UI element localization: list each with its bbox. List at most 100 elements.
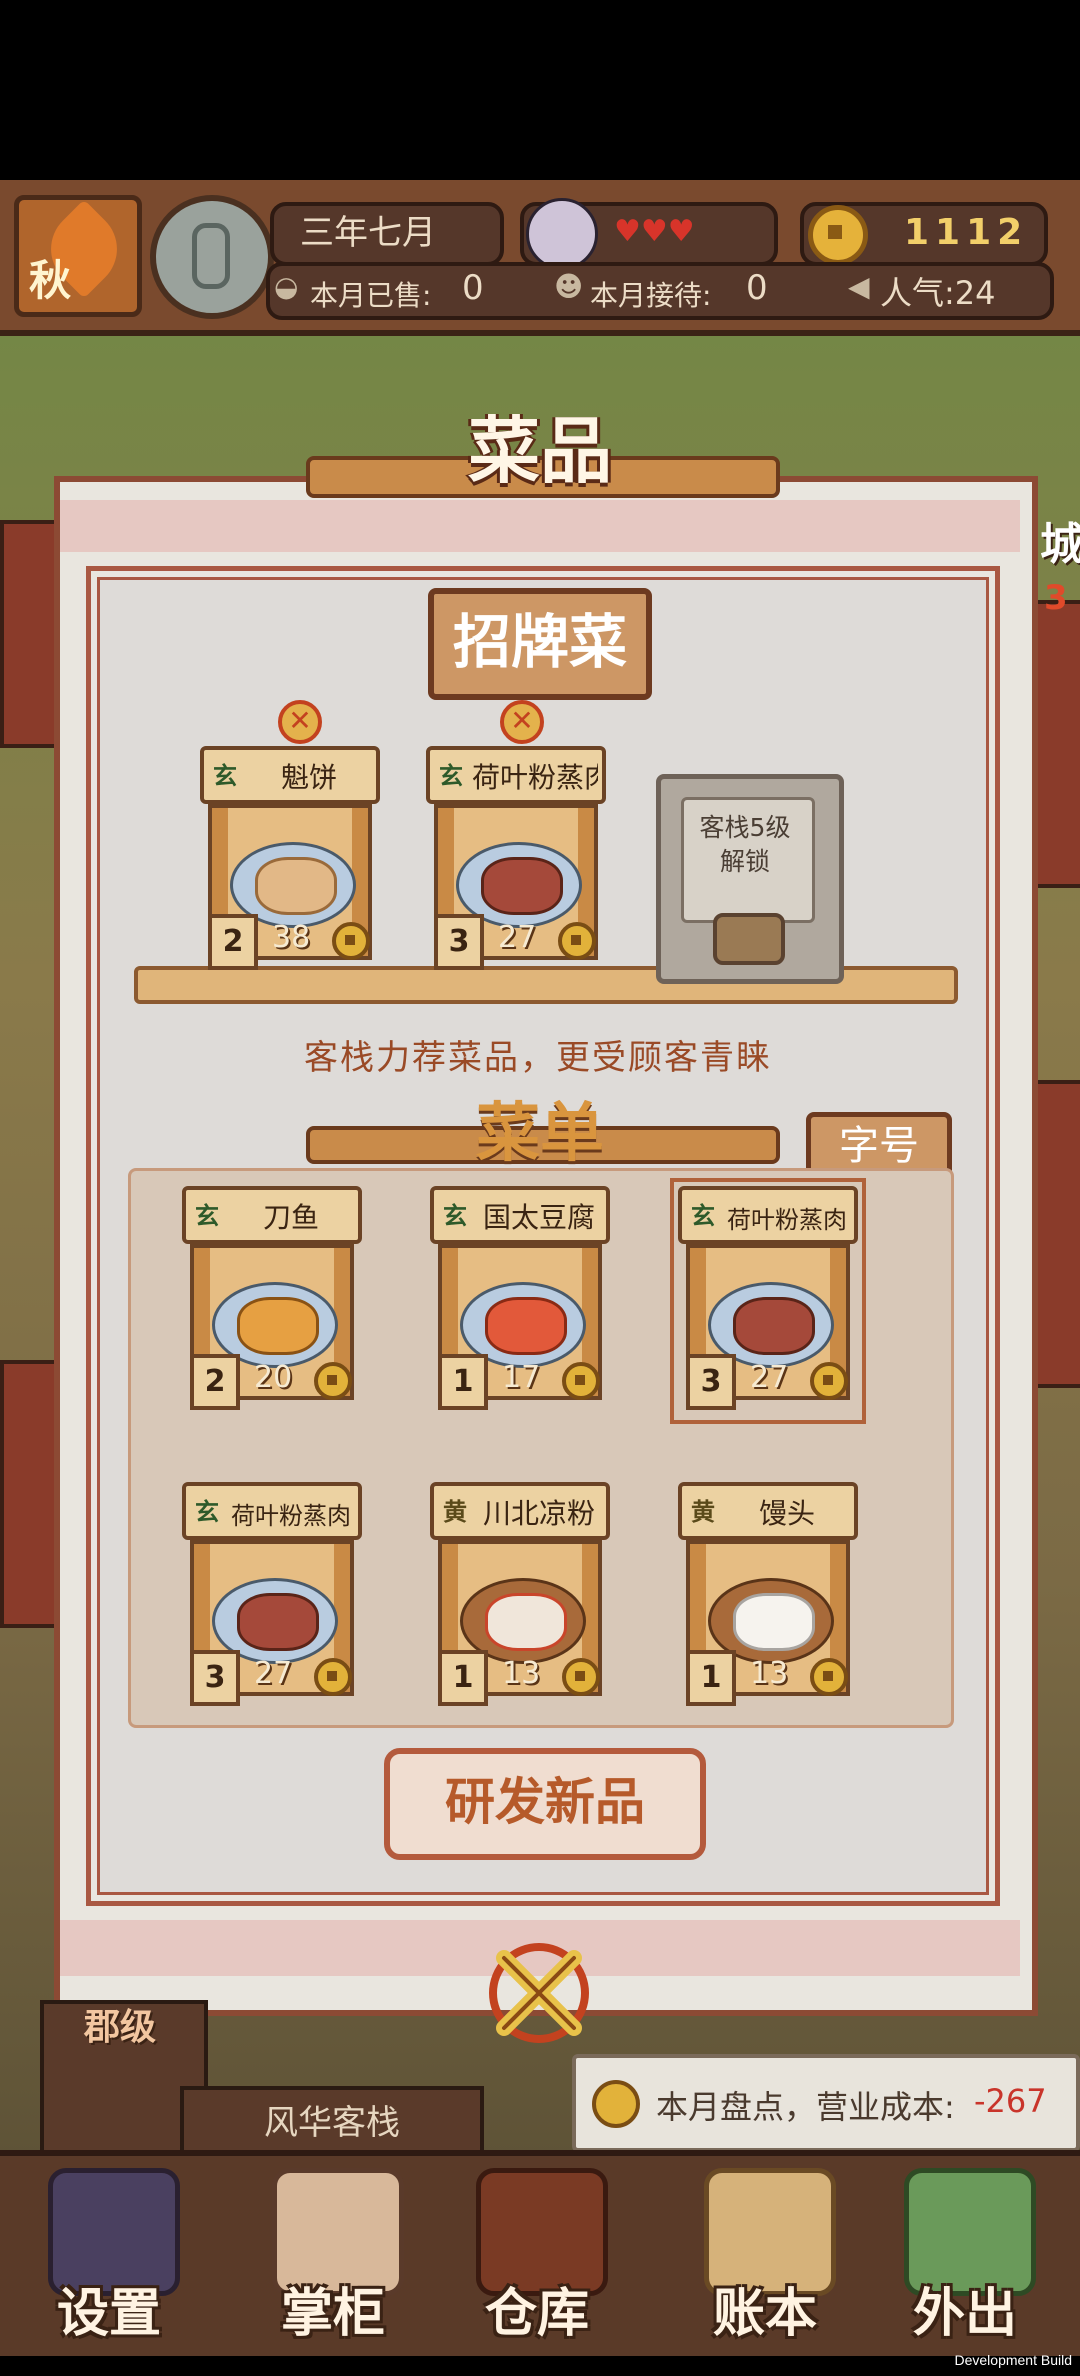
- monthly-report-banner[interactable]: 本月盘点，营业成本: -267: [572, 2054, 1080, 2152]
- inn-name: 风华客栈: [264, 2103, 400, 2143]
- nav-shopkeeper[interactable]: 掌柜: [248, 2160, 418, 2350]
- dish-price: 13: [502, 1656, 541, 1691]
- speaker-icon: ◀: [848, 270, 870, 303]
- grade-tag: 玄: [691, 1202, 715, 1230]
- dish-level: 2: [190, 1354, 240, 1410]
- flatbread-food-icon: [255, 857, 337, 915]
- card-footer: 3 27: [682, 1354, 854, 1414]
- remove-signature-icon[interactable]: ✕: [500, 700, 544, 744]
- nav-label: 账本: [712, 2284, 817, 2344]
- grade-tag: 黄: [443, 1498, 467, 1526]
- nav-settings[interactable]: 设置: [24, 2160, 194, 2350]
- jade-medal-button[interactable]: [150, 195, 274, 319]
- cold-noodle-food-icon: [485, 1593, 567, 1651]
- date-display: 三年七月: [270, 202, 504, 266]
- coins-value: 1112: [904, 212, 1029, 253]
- research-button-label: 研发新品: [445, 1773, 645, 1831]
- signature-dishes-plaque: 招牌菜: [428, 588, 652, 700]
- dish-price: 27: [498, 920, 537, 955]
- grade-tag: 玄: [195, 1202, 219, 1230]
- card-header: 黄 川北凉粉: [430, 1482, 610, 1540]
- dish-name: 国太豆腐: [482, 1201, 595, 1234]
- nav-label: 掌柜: [280, 2284, 385, 2344]
- date-label: 三年七月: [300, 213, 436, 253]
- coin-icon: [314, 1362, 352, 1400]
- dish-price: 13: [750, 1656, 789, 1691]
- close-icon[interactable]: [484, 1938, 594, 2048]
- dish-level: 3: [190, 1650, 240, 1706]
- card-footer: 1 13: [434, 1650, 606, 1706]
- season-badge: 秋: [14, 195, 142, 317]
- locked-line-2: 解锁: [719, 847, 770, 876]
- signature-title: 招牌菜: [452, 608, 627, 676]
- tofu-food-icon: [485, 1297, 567, 1355]
- research-new-dish-button[interactable]: 研发新品: [384, 1748, 706, 1860]
- signature-dish-card[interactable]: 玄 荷叶粉蒸肉 3 27: [426, 746, 606, 976]
- font-size-label: 字号: [839, 1123, 919, 1169]
- dish-name: 荷叶粉蒸肉: [231, 1502, 351, 1530]
- fish-food-icon: [237, 1297, 319, 1355]
- menu-dish-card[interactable]: 玄 荷叶粉蒸肉 3 27: [182, 1482, 362, 1706]
- menu-dish-card[interactable]: 黄 馒头 1 13: [678, 1482, 858, 1706]
- dish-level: 2: [208, 914, 258, 970]
- coin-icon: [810, 1362, 848, 1400]
- locked-line-1: 客栈5级: [699, 813, 791, 842]
- signature-hint: 客栈力荐菜品，更受顾客青睐: [304, 1038, 772, 1078]
- steamed-bun-food-icon: [733, 1593, 815, 1651]
- dish-name: 荷叶粉蒸肉: [472, 761, 598, 794]
- dialog-pattern-top: [60, 500, 1020, 552]
- scene-sign-number: 3: [1044, 578, 1068, 618]
- gold-coin-icon: [808, 205, 868, 265]
- menu-dish-card[interactable]: 玄 国太豆腐 1 17: [430, 1186, 610, 1416]
- heart-icon: ♥♥♥: [614, 214, 695, 249]
- locked-text: 客栈5级 解锁: [681, 811, 809, 879]
- steamed-pork-food-icon: [237, 1593, 319, 1651]
- signature-dish-card[interactable]: 玄 魁饼 2 38: [200, 746, 380, 976]
- served-value: 0: [746, 268, 768, 308]
- dish-price: 20: [254, 1360, 293, 1395]
- card-header: 玄 荷叶粉蒸肉: [678, 1186, 858, 1244]
- menu-dish-card-selected[interactable]: 玄 荷叶粉蒸肉 3 27: [670, 1178, 866, 1424]
- inn-rank: 郡级: [84, 2007, 157, 2048]
- sold-value: 0: [462, 268, 484, 308]
- nav-warehouse[interactable]: 仓库: [452, 2160, 622, 2350]
- nav-travel[interactable]: 外出: [880, 2160, 1050, 2350]
- grade-tag: 黄: [691, 1498, 715, 1526]
- remove-signature-icon[interactable]: ✕: [278, 700, 322, 744]
- card-header: 玄 国太豆腐: [430, 1186, 610, 1244]
- stats-bar: ◒ 本月已售: 0 ☻ 本月接待: 0 ◀ 人气:24: [266, 262, 1054, 320]
- avatar[interactable]: [526, 198, 598, 270]
- development-build-label: Development Build: [954, 2352, 1072, 2368]
- nav-ledger[interactable]: 账本: [680, 2160, 850, 2350]
- menu-dish-card[interactable]: 黄 川北凉粉 1 13: [430, 1482, 610, 1706]
- steamed-pork-food-icon: [733, 1297, 815, 1355]
- dish-level: 3: [434, 914, 484, 970]
- coin-icon: [562, 1658, 600, 1696]
- card-footer: 3 27: [186, 1650, 358, 1706]
- coin-icon: [332, 922, 370, 960]
- grade-tag: 玄: [439, 762, 463, 790]
- dish-level: 3: [686, 1354, 736, 1410]
- grade-tag: 玄: [213, 762, 237, 790]
- bowl-icon: ◒: [274, 270, 299, 303]
- menu-dish-card[interactable]: 玄 刀鱼 2 20: [182, 1186, 362, 1416]
- popularity-value: 人气:24: [880, 274, 996, 312]
- customer-icon: ☻: [554, 270, 584, 303]
- card-header: 黄 馒头: [678, 1482, 858, 1540]
- card-footer: 2 20: [186, 1354, 358, 1414]
- dish-name: 川北凉粉: [482, 1497, 595, 1530]
- scene-sign-right: 城: [1040, 519, 1080, 570]
- dish-price: 27: [254, 1656, 293, 1691]
- coin-icon: [562, 1362, 600, 1400]
- card-footer: 1 17: [434, 1354, 606, 1414]
- dish-name: 荷叶粉蒸肉: [727, 1206, 847, 1234]
- card-header: 玄 魁饼: [200, 746, 380, 804]
- report-text: 本月盘点，营业成本:: [656, 2088, 955, 2126]
- nav-label: 仓库: [484, 2284, 589, 2344]
- card-header: 玄 刀鱼: [182, 1186, 362, 1244]
- dish-price: 38: [272, 920, 311, 955]
- nav-label: 外出: [912, 2284, 1017, 2344]
- dish-level: 1: [438, 1354, 488, 1410]
- coin-icon: [558, 922, 596, 960]
- dish-price: 27: [750, 1360, 789, 1395]
